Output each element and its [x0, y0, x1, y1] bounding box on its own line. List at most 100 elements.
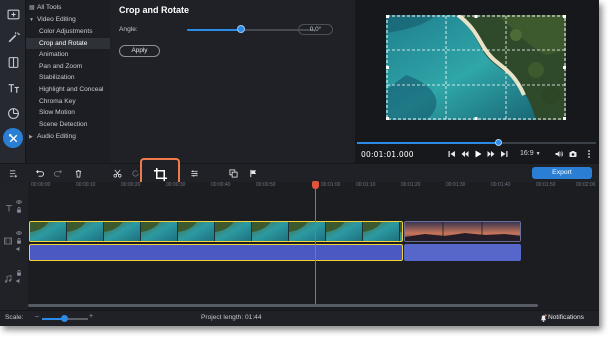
scale-slider-handle[interactable] [61, 315, 68, 322]
lock-icon[interactable] [16, 207, 22, 213]
clip-thumbnails [405, 222, 520, 241]
panel-title: Crop and Rotate [119, 5, 190, 15]
stickers-icon[interactable] [3, 103, 23, 123]
redo-icon[interactable] [53, 168, 64, 179]
notifications-link[interactable]: Notifications [548, 314, 584, 321]
player-panel: 00:01:01.000 16:9 ▼ [355, 0, 599, 163]
tool-slow-motion[interactable]: Slow Motion [26, 107, 110, 119]
visibility-eye-icon[interactable] [16, 199, 22, 205]
delete-icon[interactable] [73, 168, 84, 179]
overlay-icon[interactable] [228, 168, 239, 179]
split-scissors-icon[interactable] [112, 168, 123, 179]
crop-icon [153, 167, 167, 181]
music-track-icon [4, 275, 12, 283]
tool-highlight-and-conceal[interactable]: Highlight and Conceal [26, 84, 110, 96]
crop-frame[interactable] [386, 15, 566, 120]
import-icon[interactable] [3, 4, 23, 24]
seek-bar-fill [357, 142, 499, 144]
ruler-label: 00:01:50 [536, 182, 556, 188]
tools-panel: ▦ All Tools ▼ Video Editing Color Adjustme… [26, 0, 110, 163]
step-back-icon[interactable] [460, 149, 470, 159]
tool-rail [0, 0, 26, 163]
marker-flag-icon[interactable] [248, 168, 259, 179]
video-track-icon [4, 237, 12, 245]
project-length: Project length: 01:44 [201, 314, 262, 321]
ruler-label: 00:00:10 [76, 182, 96, 188]
tool-chroma-key[interactable]: Chroma Key [26, 96, 110, 108]
ruler-label: 00:01:30 [446, 182, 466, 188]
tool-group-video-editing[interactable]: ▼ Video Editing [26, 14, 110, 26]
zoom-in-icon[interactable]: + [89, 313, 93, 320]
ruler-label: 00:00:30 [166, 182, 186, 188]
seek-bar[interactable] [357, 142, 596, 144]
track-headers [0, 182, 28, 310]
zoom-out-icon[interactable]: – [35, 313, 39, 320]
skip-forward-icon[interactable] [499, 149, 509, 159]
speaker-icon[interactable] [16, 278, 22, 284]
timeline-scrollbar[interactable] [28, 304, 538, 307]
status-bar: Scale: – + Project length: 01:44 Notific… [0, 310, 599, 326]
ruler-label: 00:01:20 [401, 182, 421, 188]
audio-clip-beach[interactable] [29, 244, 403, 261]
volume-icon[interactable] [554, 149, 564, 159]
tool-scene-detection[interactable]: Scene Detection [26, 119, 110, 131]
grid-icon: ▦ [29, 5, 35, 11]
skip-back-icon[interactable] [447, 149, 457, 159]
angle-label: Angle: [119, 26, 138, 33]
angle-slider-handle[interactable] [237, 25, 245, 33]
video-clip-beach[interactable] [29, 221, 403, 242]
clip-properties-icon[interactable] [189, 168, 200, 179]
chevron-down-icon: ▼ [29, 17, 34, 23]
tool-all-tools[interactable]: ▦ All Tools [26, 2, 110, 14]
play-icon[interactable] [473, 149, 483, 159]
audio-clip-sunset[interactable] [404, 244, 521, 261]
timeline-toolbar [0, 163, 599, 182]
tool-stabilization[interactable]: Stabilization [26, 72, 110, 84]
tool-pan-and-zoom[interactable]: Pan and Zoom [26, 61, 110, 73]
ruler-label: 00:00:40 [211, 182, 231, 188]
lock-icon[interactable] [16, 270, 22, 276]
chevron-down-icon: ▼ [535, 151, 541, 157]
aspect-ratio-select[interactable]: 16:9 ▼ [520, 150, 541, 157]
tool-crop-and-rotate[interactable]: Crop and Rotate [26, 37, 110, 49]
scale-label: Scale: [5, 314, 24, 321]
crop-rotate-panel: Crop and Rotate Angle: 0,0° Apply [111, 0, 355, 163]
snapshot-camera-icon[interactable] [568, 149, 578, 159]
angle-value-field[interactable]: 0,0° [298, 24, 333, 35]
magic-wand-icon[interactable] [3, 27, 23, 47]
ruler-label: 00:01:10 [356, 182, 376, 188]
speaker-icon[interactable] [16, 246, 22, 252]
chevron-right-icon: ▶ [29, 133, 33, 140]
ruler-label: 00:00:00 [31, 182, 51, 188]
clip-thumbnail-detail [400, 222, 402, 232]
timecode: 00:01:01.000 [361, 150, 414, 159]
clip-thumbnails [30, 222, 402, 241]
bell-icon[interactable] [540, 314, 547, 322]
ruler-label: 00:00:50 [256, 182, 276, 188]
undo-icon[interactable] [34, 168, 45, 179]
titles-icon[interactable] [3, 78, 23, 98]
seek-handle[interactable] [495, 139, 502, 146]
angle-slider[interactable] [187, 29, 315, 31]
step-forward-icon[interactable] [486, 149, 496, 159]
text-track-icon [6, 205, 12, 212]
angle-slider-fill [187, 29, 244, 31]
add-track-icon[interactable] [8, 168, 19, 179]
more-tools-icon[interactable] [3, 128, 23, 148]
tool-group-audio-editing[interactable]: ▶ Audio Editing [26, 131, 110, 143]
ruler-label: 00:02:00 [576, 182, 596, 188]
playhead[interactable] [315, 183, 316, 305]
visibility-eye-icon[interactable] [16, 230, 22, 236]
video-clip-sunset[interactable] [404, 221, 521, 242]
tool-color-adjustments[interactable]: Color Adjustments [26, 26, 110, 38]
ruler-label: 00:01:00 [321, 182, 341, 188]
lock-icon[interactable] [16, 238, 22, 244]
video-preview[interactable] [386, 15, 566, 120]
export-button[interactable]: Export [532, 167, 592, 179]
ruler-label: 00:01:40 [491, 182, 511, 188]
transitions-icon[interactable] [3, 52, 23, 72]
ruler-label: 00:00:20 [121, 182, 141, 188]
more-options-icon[interactable] [584, 149, 594, 159]
tool-animation[interactable]: Animation [26, 49, 110, 61]
apply-button[interactable]: Apply [119, 45, 160, 57]
